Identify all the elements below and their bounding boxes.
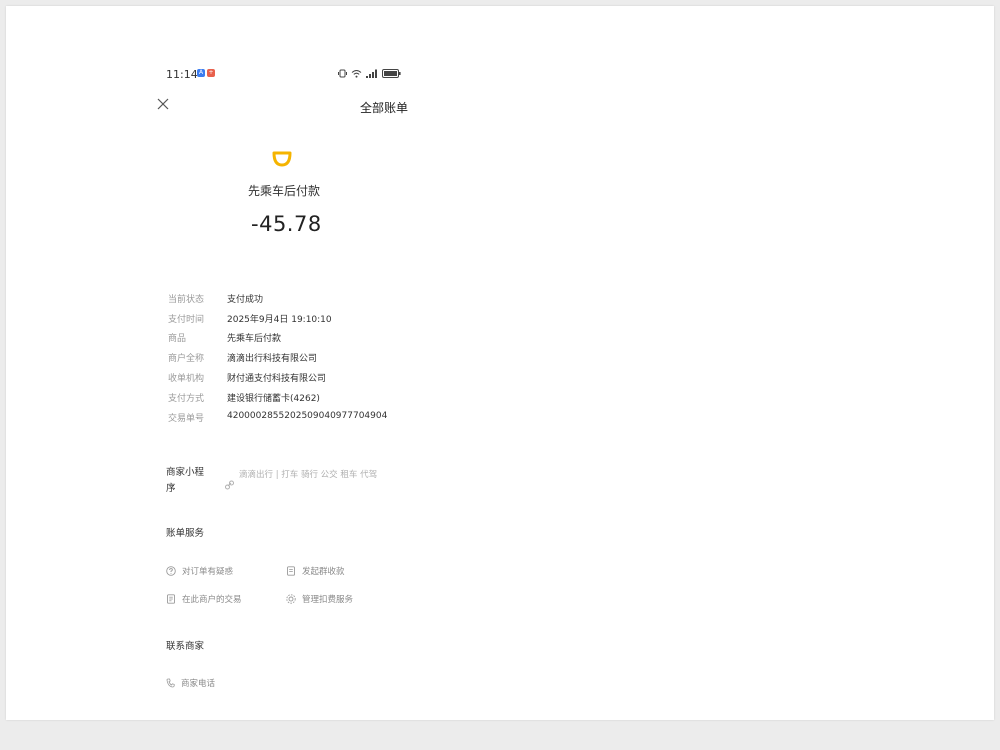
detail-value-product: 先乘车后付款 [227,334,282,344]
page-title: 全部账单 [360,101,409,115]
receipt-sheet [6,6,994,720]
mini-program-label: 商家小程序 [166,467,205,494]
link-icon [225,480,234,490]
bill-service-title: 账单服务 [166,528,205,539]
detail-value-status: 支付成功 [227,295,264,305]
manage-deduction-button[interactable]: 管理扣费服务 [286,593,353,605]
detail-value-method: 建设银行储蓄卡(4262) [227,394,320,404]
document-icon [167,594,175,604]
manage-deduction-label: 管理扣费服务 [302,595,354,605]
merchant-phone-label: 商家电话 [181,679,216,689]
merchant-phone-button[interactable]: 商家电话 [166,677,215,689]
detail-label-status: 当前状态 [168,295,205,305]
group-collect-label: 发起群收款 [302,567,345,577]
detail-label-product: 商品 [168,334,187,344]
mini-program-link-text: 滴滴出行 | 打车 骑行 公交 租车 代驾 [239,470,378,480]
merchant-name: 先乘车后付款 [248,184,321,198]
status-time: 11:14 [166,68,198,81]
payment-amount: -45.78 [251,212,322,236]
order-question-button[interactable]: 对订单有疑惑 [166,565,233,577]
detail-value-time: 2025年9月4日 19:10:10 [227,315,332,325]
status-badges: A + [197,69,215,77]
notification-badge-icon: A [197,69,205,77]
battery-icon [382,69,401,78]
gear-icon [286,594,296,604]
detail-label-merchant: 商户全称 [168,354,205,364]
merchant-transactions-label: 在此商户的交易 [182,595,242,605]
notification-badge-icon: + [207,69,215,77]
group-collect-button[interactable]: 发起群收款 [286,565,345,577]
detail-value-acquirer: 财付通支付科技有限公司 [227,374,327,384]
wifi-icon [351,70,362,78]
close-icon[interactable] [156,97,170,111]
detail-label-method: 支付方式 [168,394,205,404]
didi-logo-icon [272,151,292,167]
detail-label-transaction: 交易单号 [168,414,205,424]
question-icon [166,566,176,576]
detail-value-merchant: 滴滴出行科技有限公司 [227,354,318,364]
phone-icon [166,678,175,688]
receipt-icon [287,566,295,576]
detail-label-time: 支付时间 [168,315,205,325]
detail-value-transaction[interactable]: 4200002855202509040977704904 [227,411,387,421]
order-question-label: 对订单有疑惑 [182,567,234,577]
merchant-transactions-button[interactable]: 在此商户的交易 [166,593,242,605]
contact-title: 联系商家 [166,641,205,652]
detail-label-acquirer: 收单机构 [168,374,205,384]
vibrate-icon [338,69,347,78]
signal-icon [366,69,377,78]
status-icons [338,69,401,78]
